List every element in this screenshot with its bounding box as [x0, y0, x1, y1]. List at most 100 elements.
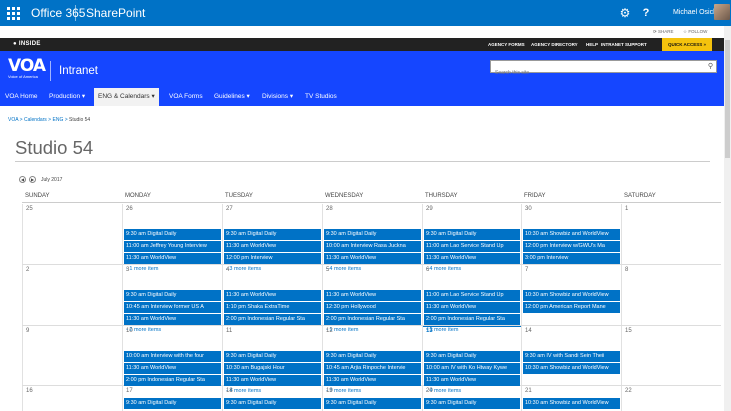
calendar-day[interactable]: 4 11:30 am WorldView 1:10 pm Shaka ExtraTi… [222, 265, 322, 325]
calendar-event[interactable]: 10:30 am Bugajski Hour [224, 363, 321, 374]
calendar-day[interactable]: 11 9:30 am Digital Daily 10:30 am Bugajski… [222, 326, 322, 394]
agency-forms-link[interactable]: AGENCY FORMS [488, 42, 525, 47]
calendar-event[interactable]: 1:10 pm Shaka ExtraTime [224, 302, 321, 313]
calendar-day[interactable]: 25 [22, 204, 122, 264]
calendar-event[interactable]: 9:30 am Digital Daily [324, 229, 421, 240]
calendar-event[interactable]: 11:30 am WorldView [324, 253, 421, 264]
calendar-event[interactable]: 9:30 am IV with Sandi Sein Theii [523, 351, 620, 362]
help-icon[interactable]: ? [636, 0, 656, 26]
calendar-day-today[interactable]: 13 9:30 am Digital Daily 10:00 am IV with … [422, 326, 521, 394]
calendar-day[interactable]: 3 9:30 am Digital Daily 10:45 am Interview… [122, 265, 222, 333]
sharepoint-title[interactable]: SharePoint [86, 6, 145, 20]
calendar-event[interactable]: 9:30 am Digital Daily [224, 351, 321, 362]
calendar-day[interactable]: 7 10:30 am Showbiz and WorldView 12:00 pm … [521, 265, 621, 325]
help-link[interactable]: HELP [586, 42, 598, 47]
calendar-event[interactable]: 11:30 am WorldView [424, 253, 520, 264]
share-button[interactable]: ⟳ SHARE [653, 29, 674, 35]
calendar-event[interactable]: 9:30 am Digital Daily [224, 229, 321, 240]
calendar-event[interactable]: 9:30 am Digital Daily [124, 229, 221, 240]
calendar-event[interactable]: 10:45 am Arjia Rinpoche Intervie [324, 363, 421, 374]
calendar-day[interactable]: 17 9:30 am Digital Daily [122, 386, 222, 411]
calendar-event[interactable]: 9:30 am Digital Daily [424, 398, 520, 409]
calendar-event[interactable]: 12:00 pm Interview w/GWU's Ma [523, 241, 620, 252]
calendar-event[interactable]: 12:00 pm American Report Mane [523, 302, 620, 313]
calendar-event[interactable]: 11:30 am WorldView [124, 363, 221, 374]
calendar-event[interactable]: 2:00 pm Indonesian Regular Sta [124, 375, 221, 386]
calendar-event[interactable]: 11:30 am WorldView [124, 314, 221, 325]
calendar-event[interactable]: 12:00 pm Interview [224, 253, 321, 264]
calendar-day[interactable]: 1 [621, 204, 721, 264]
user-name[interactable]: Michael Osicki [673, 9, 718, 16]
site-title[interactable]: Intranet [59, 65, 98, 77]
calendar-day[interactable]: 16 [22, 386, 122, 411]
avatar[interactable] [714, 4, 730, 20]
previous-month-icon[interactable]: ◀ [19, 176, 26, 183]
calendar-day[interactable]: 22 [621, 386, 721, 411]
calendar-day[interactable]: 19 9:30 am Digital Daily [322, 386, 422, 411]
nav-item-voa-forms[interactable]: VOA Forms [165, 88, 207, 106]
calendar-event[interactable]: 10:00 am Interview Rasa Juckna [324, 241, 421, 252]
calendar-event[interactable]: 10:30 am Showbiz and WorldView [523, 398, 620, 409]
search-input[interactable] [491, 67, 691, 79]
calendar-day[interactable]: 30 10:30 am Showbiz and WorldView 12:00 pm… [521, 204, 621, 264]
calendar-day[interactable]: 10 10:00 am Interview with the four 11:30 … [122, 326, 222, 386]
agency-directory-link[interactable]: AGENCY DIRECTORY [531, 42, 578, 47]
calendar-event[interactable]: 9:30 am Digital Daily [424, 351, 520, 362]
inside-logo[interactable]: ● INSIDE [13, 41, 41, 47]
calendar-event[interactable]: 10:45 am Interview former US A [124, 302, 221, 313]
nav-item-divisions[interactable]: Divisions ▾ [258, 88, 297, 106]
calendar-event[interactable]: 11:30 am WorldView [324, 290, 421, 301]
calendar-day[interactable]: 8 [621, 265, 721, 325]
calendar-event[interactable]: 10:30 am Showbiz and WorldView [523, 290, 620, 301]
nav-item-guidelines[interactable]: Guidelines ▾ [210, 88, 254, 106]
nav-item-voa-home[interactable]: VOA Home [1, 88, 42, 106]
calendar-event[interactable]: 11:30 am WorldView [424, 375, 520, 386]
calendar-event[interactable]: 11:00 am Lao Service Stand Up [424, 290, 520, 301]
intranet-support-link[interactable]: INTRANET SUPPORT [601, 42, 647, 47]
nav-item-tv-studios[interactable]: TV Studios [301, 88, 341, 106]
calendar-day[interactable]: 2 [22, 265, 122, 325]
calendar-event[interactable]: 9:30 am Digital Daily [124, 398, 221, 409]
calendar-day[interactable]: 12 9:30 am Digital Daily 10:45 am Arjia Ri… [322, 326, 422, 394]
calendar-event[interactable]: 11:00 am Lao Service Stand Up [424, 241, 520, 252]
calendar-event[interactable]: 10:00 am IV with Ko Htway Kywe [424, 363, 520, 374]
calendar-event[interactable]: 9:30 am Digital Daily [324, 351, 421, 362]
calendar-event[interactable]: 11:30 am WorldView [124, 253, 221, 264]
calendar-event[interactable]: 10:00 am Interview with the four [124, 351, 221, 362]
calendar-day[interactable]: 28 9:30 am Digital Daily 10:00 am Intervie… [322, 204, 422, 272]
calendar-day[interactable]: 18 9:30 am Digital Daily [222, 386, 322, 411]
scrollbar-thumb[interactable] [725, 40, 730, 158]
calendar-day[interactable]: 29 9:30 am Digital Daily 11:00 am Lao Serv… [422, 204, 521, 272]
calendar-event[interactable]: 11:30 am WorldView [224, 375, 321, 386]
calendar-day[interactable]: 26 9:30 am Digital Daily 11:00 am Jeffrey … [122, 204, 222, 272]
breadcrumb-link[interactable]: ENG [53, 117, 64, 123]
breadcrumb-link[interactable]: Calendars [24, 117, 47, 123]
calendar-day[interactable]: 9 [22, 326, 122, 385]
app-launcher-icon[interactable] [0, 0, 26, 26]
search-icon[interactable]: ⚲ [708, 62, 713, 70]
calendar-event[interactable]: 2:00 pm Indonesian Regular Sta [224, 314, 321, 325]
calendar-event[interactable]: 9:30 am Digital Daily [424, 229, 520, 240]
scrollbar[interactable] [724, 26, 731, 411]
calendar-event[interactable]: 2:00 pm Indonesian Regular Sta [324, 314, 421, 325]
calendar-event[interactable]: 3:00 pm Interview [523, 253, 620, 264]
office365-title[interactable]: Office 365 [31, 6, 85, 20]
calendar-day[interactable]: 21 10:30 am Showbiz and WorldView [521, 386, 621, 411]
calendar-event[interactable]: 10:30 am Showbiz and WorldView [523, 363, 620, 374]
calendar-day[interactable]: 27 9:30 am Digital Daily 11:30 am WorldVie… [222, 204, 322, 272]
calendar-event[interactable]: 11:00 am Jeffrey Young Interview [124, 241, 221, 252]
calendar-event[interactable]: 12:30 pm Hollywood [324, 302, 421, 313]
calendar-event[interactable]: 11:30 am WorldView [224, 290, 321, 301]
voa-logo[interactable]: VOA Voice of America [8, 58, 46, 80]
calendar-day[interactable]: 14 9:30 am IV with Sandi Sein Theii 10:30 … [521, 326, 621, 385]
calendar-day[interactable]: 6 11:00 am Lao Service Stand Up 11:30 am W… [422, 265, 521, 333]
follow-button[interactable]: ☆ FOLLOW [683, 29, 707, 35]
nav-item-production[interactable]: Production ▾ [45, 88, 89, 106]
calendar-event[interactable]: 9:30 am Digital Daily [124, 290, 221, 301]
calendar-event[interactable]: 11:30 am WorldView [224, 241, 321, 252]
breadcrumb-link[interactable]: VOA [8, 117, 18, 123]
calendar-event[interactable]: 9:30 am Digital Daily [324, 398, 421, 409]
calendar-event[interactable]: 11:30 am WorldView [424, 302, 520, 313]
calendar-day[interactable]: 15 [621, 326, 721, 385]
gear-icon[interactable]: ⚙ [612, 0, 638, 26]
